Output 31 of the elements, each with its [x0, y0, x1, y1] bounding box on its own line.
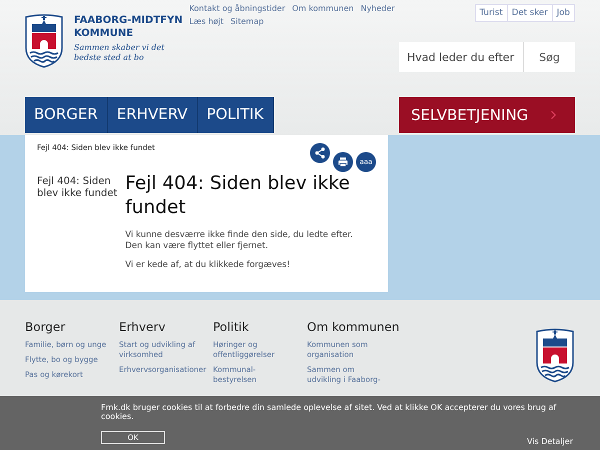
main-nav-item[interactable]: POLITIK: [198, 97, 274, 133]
paragraph: Vi kunne desværre ikke finde den side, du ledte efter. Den kan være flyttet eller fjernet.: [125, 230, 354, 252]
site-tab[interactable]: Turist: [476, 5, 507, 21]
footer-heading: Om kommunen: [307, 320, 400, 334]
top-link[interactable]: Nyheder: [360, 4, 395, 13]
footer-heading: Politik: [213, 320, 250, 334]
cookie-message: Fmk.dk bruger cookies til at forbedre din samlede oplevelse af sitet. Ved at klikke OK accepterer du vores brug af cookies.: [101, 403, 558, 421]
coat-of-arms-icon: [535, 328, 575, 383]
share-icon[interactable]: [310, 143, 330, 163]
search-button[interactable]: Søg: [523, 42, 575, 72]
top-link[interactable]: Kontakt og åbningstider: [189, 4, 286, 13]
municipality-name: FAABORG-MIDTFYN KOMMUNE: [74, 14, 184, 40]
paragraph: Vi er kede af, at du klikkede forgæves!: [125, 260, 291, 271]
main-nav-item[interactable]: BORGER: [25, 97, 108, 133]
main-nav-item[interactable]: ERHVERV: [108, 97, 198, 133]
search-field[interactable]: Hvad leder du efter: [399, 42, 523, 72]
self-service-button[interactable]: SELVBETJENING: [399, 97, 575, 133]
page-heading: Fejl 404: Siden blev ikke fundet: [125, 172, 351, 220]
chevron-right-icon: [550, 110, 556, 120]
footer-heading: Borger: [25, 320, 66, 334]
top-link[interactable]: Om kommunen: [292, 4, 354, 13]
coat-of-arms-icon[interactable]: [24, 14, 64, 68]
side-title: Fejl 404: Siden blev ikke fundet: [37, 176, 118, 201]
site-tab[interactable]: Det sker: [506, 5, 552, 21]
site-tab[interactable]: Job: [552, 5, 574, 21]
footer-heading: Erhverv: [119, 320, 166, 334]
top-link[interactable]: Læs højt: [189, 17, 224, 26]
tagline: Sammen skaber vi det bedste sted at bo: [74, 43, 166, 63]
details-link[interactable]: Vis Detaljer: [526, 437, 573, 446]
print-icon[interactable]: [333, 152, 353, 172]
top-link[interactable]: Sitemap: [230, 17, 264, 26]
